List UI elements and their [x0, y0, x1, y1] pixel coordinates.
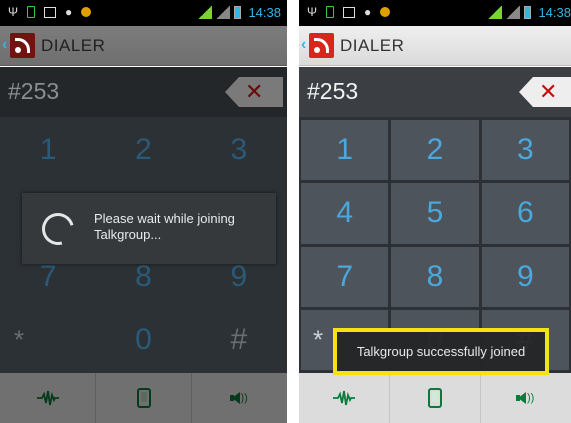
- notification-icon: [81, 7, 92, 17]
- usb-icon: Ψ: [307, 5, 318, 19]
- dialed-number-bar: #253 ✕: [0, 67, 287, 117]
- message-icon: ●: [364, 5, 372, 19]
- key-2[interactable]: 2: [391, 120, 479, 181]
- speaker-icon: )): [229, 389, 250, 407]
- action-bar: ‹ DIALER: [299, 26, 571, 66]
- speaker-button[interactable]: )): [480, 373, 571, 423]
- radio-signal-logo[interactable]: [309, 33, 334, 58]
- status-bar: Ψ ● 14:38: [299, 0, 571, 26]
- key-1[interactable]: 1: [301, 120, 389, 181]
- status-time: 14:38: [248, 5, 281, 20]
- chevron-left-icon[interactable]: ‹: [2, 36, 7, 54]
- radio-signal-logo[interactable]: [10, 33, 35, 58]
- signal-icon: [488, 6, 503, 19]
- handset-button[interactable]: [389, 373, 480, 423]
- key-5[interactable]: 5: [391, 183, 479, 244]
- signal-secondary-icon: [216, 6, 231, 19]
- delete-x-icon: ✕: [245, 79, 264, 104]
- dialed-number-bar: #253 ✕: [299, 67, 571, 117]
- app-title: DIALER: [41, 36, 106, 55]
- image-icon: [44, 6, 57, 18]
- handset-icon: [136, 388, 151, 408]
- status-time: 14:38: [538, 5, 571, 20]
- speaker-button[interactable]: )): [191, 373, 287, 423]
- key-2[interactable]: 2: [97, 120, 190, 181]
- speaker-icon: )): [516, 389, 536, 407]
- progress-dialog: Please wait while joining Talkgroup...: [22, 193, 276, 264]
- key-7[interactable]: 7: [301, 246, 389, 307]
- key-0[interactable]: 0: [97, 309, 190, 370]
- key-6[interactable]: 6: [481, 183, 569, 244]
- ptt-button[interactable]: [0, 373, 95, 423]
- key-3[interactable]: 3: [481, 120, 569, 181]
- ptt-button[interactable]: [299, 373, 389, 423]
- image-icon: [343, 6, 356, 18]
- bottom-toolbar: )): [299, 373, 571, 423]
- app-title: DIALER: [340, 36, 405, 55]
- message-icon: ●: [65, 5, 73, 19]
- key-4[interactable]: 4: [301, 183, 389, 244]
- dialed-number: #253: [8, 78, 60, 104]
- battery-icon: [524, 6, 532, 19]
- notification-icon: [380, 7, 391, 17]
- chevron-left-icon[interactable]: ‹: [301, 36, 306, 54]
- delete-button[interactable]: ✕: [519, 77, 571, 107]
- battery-icon: [234, 6, 242, 19]
- bottom-toolbar: )): [0, 373, 287, 423]
- key-star[interactable]: *: [2, 309, 95, 370]
- key-1[interactable]: 1: [2, 120, 95, 181]
- loading-spinner-icon: [36, 207, 80, 251]
- handset-button[interactable]: [95, 373, 191, 423]
- waveform-icon: [36, 390, 59, 406]
- action-bar: ‹ DIALER: [0, 26, 287, 66]
- highlight-box: [333, 328, 549, 375]
- status-bar: Ψ ● 14:38: [0, 0, 287, 26]
- phone-screen-joining: Ψ ● 14:38 ‹ DIALER #253 ✕ 1 2 3 4 5 6 7: [0, 0, 287, 423]
- delete-x-icon: ✕: [539, 79, 558, 104]
- key-hash[interactable]: #: [192, 309, 285, 370]
- dialed-number: #253: [307, 78, 359, 104]
- progress-message: Please wait while joining Talkgroup...: [94, 211, 235, 242]
- handset-icon: [428, 388, 442, 408]
- sd-card-icon: [326, 6, 335, 18]
- key-9[interactable]: 9: [481, 246, 569, 307]
- key-8[interactable]: 8: [391, 246, 479, 307]
- sd-card-icon: [27, 6, 36, 18]
- usb-icon: Ψ: [8, 5, 19, 19]
- signal-secondary-icon: [506, 6, 521, 19]
- signal-icon: [198, 6, 213, 19]
- waveform-icon: [333, 390, 355, 406]
- delete-button[interactable]: ✕: [225, 77, 283, 107]
- key-3[interactable]: 3: [192, 120, 285, 181]
